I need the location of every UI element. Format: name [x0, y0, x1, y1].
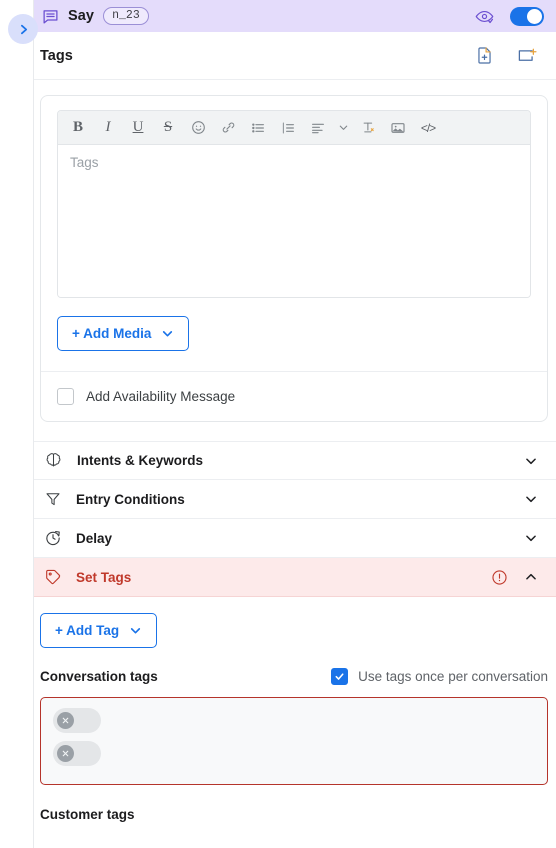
chevron-up-icon[interactable]: [524, 570, 538, 584]
emoji-icon[interactable]: [184, 114, 212, 142]
section-title-row: Tags: [26, 32, 556, 80]
align-chevron-down-icon[interactable]: [334, 114, 352, 142]
availability-message-label: Add Availability Message: [86, 389, 236, 404]
image-icon[interactable]: [384, 114, 412, 142]
node-header: Say n_23: [26, 0, 556, 32]
accordion-label: Intents & Keywords: [77, 453, 204, 468]
panel-collapse-button[interactable]: [8, 14, 38, 44]
accordion-set-tags[interactable]: Set Tags: [26, 558, 556, 597]
accordion-label: Delay: [76, 530, 113, 546]
use-tags-once-checkbox[interactable]: [331, 668, 349, 685]
link-icon[interactable]: [214, 114, 242, 142]
align-icon[interactable]: [304, 114, 332, 142]
accordion-intents-keywords[interactable]: Intents & Keywords: [26, 441, 556, 480]
accordion-entry-conditions[interactable]: Entry Conditions: [26, 480, 556, 519]
numbered-list-icon[interactable]: [274, 114, 302, 142]
accordion-label: Set Tags: [76, 569, 132, 585]
chevron-down-icon: [129, 624, 142, 637]
availability-message-row[interactable]: Add Availability Message: [41, 372, 547, 421]
bold-icon[interactable]: B: [64, 114, 92, 142]
node-detail-panel: Say n_23 Tags B I U S </> Tags + Add Med…: [26, 0, 556, 848]
message-square-icon: [42, 8, 59, 25]
customer-tags-label: Customer tags: [40, 807, 135, 822]
editor-toolbar: B I U S </>: [58, 111, 530, 145]
code-icon[interactable]: </>: [414, 114, 442, 142]
message-text-area[interactable]: Tags: [58, 145, 530, 297]
alert-circle-icon: [491, 569, 508, 586]
strikethrough-icon[interactable]: S: [154, 114, 182, 142]
node-id-badge: n_23: [103, 7, 149, 25]
funnel-icon: [44, 490, 62, 508]
tag-icon: [44, 568, 62, 586]
add-node-icon[interactable]: [516, 46, 538, 66]
add-tag-label: + Add Tag: [55, 623, 120, 638]
bulleted-list-icon[interactable]: [244, 114, 272, 142]
tag-chip[interactable]: [53, 708, 101, 733]
add-tag-button[interactable]: + Add Tag: [40, 613, 158, 648]
use-tags-once-label: Use tags once per conversation: [358, 669, 548, 684]
close-circle-icon[interactable]: [57, 712, 74, 729]
chevron-down-icon[interactable]: [524, 454, 538, 468]
use-tags-once-row[interactable]: Use tags once per conversation: [331, 668, 548, 685]
clear-formatting-icon[interactable]: [354, 114, 382, 142]
accordion-label: Entry Conditions: [76, 491, 185, 507]
set-tags-body: + Add Tag Conversation tags Use tags onc…: [26, 597, 556, 822]
message-editor-card: B I U S </> Tags + Add Media Add Availab…: [40, 95, 548, 422]
conversation-tags-label: Conversation tags: [40, 669, 158, 684]
tag-chip[interactable]: [53, 741, 101, 766]
chevron-right-icon: [17, 23, 30, 36]
eye-preview-icon[interactable]: [475, 7, 494, 26]
conversation-tags-input-box[interactable]: [40, 697, 548, 785]
add-document-icon[interactable]: [475, 46, 494, 65]
italic-icon[interactable]: I: [94, 114, 122, 142]
chevron-down-icon: [161, 327, 174, 340]
node-enabled-toggle[interactable]: [510, 6, 544, 26]
accordion-delay[interactable]: Delay: [26, 519, 556, 558]
brain-icon: [44, 451, 63, 470]
node-type-label: Say: [68, 8, 95, 24]
clock-refresh-icon: [44, 529, 62, 547]
close-circle-icon[interactable]: [57, 745, 74, 762]
rich-text-editor: B I U S </> Tags: [57, 110, 531, 298]
availability-message-checkbox[interactable]: [57, 388, 74, 405]
conversation-tags-row: Conversation tags Use tags once per conv…: [40, 668, 548, 685]
add-media-label: + Add Media: [72, 326, 152, 341]
left-rail: [0, 0, 34, 848]
page-title: Tags: [40, 47, 73, 64]
chevron-down-icon[interactable]: [524, 531, 538, 545]
add-media-button[interactable]: + Add Media: [57, 316, 190, 351]
chevron-down-icon[interactable]: [524, 492, 538, 506]
underline-icon[interactable]: U: [124, 114, 152, 142]
